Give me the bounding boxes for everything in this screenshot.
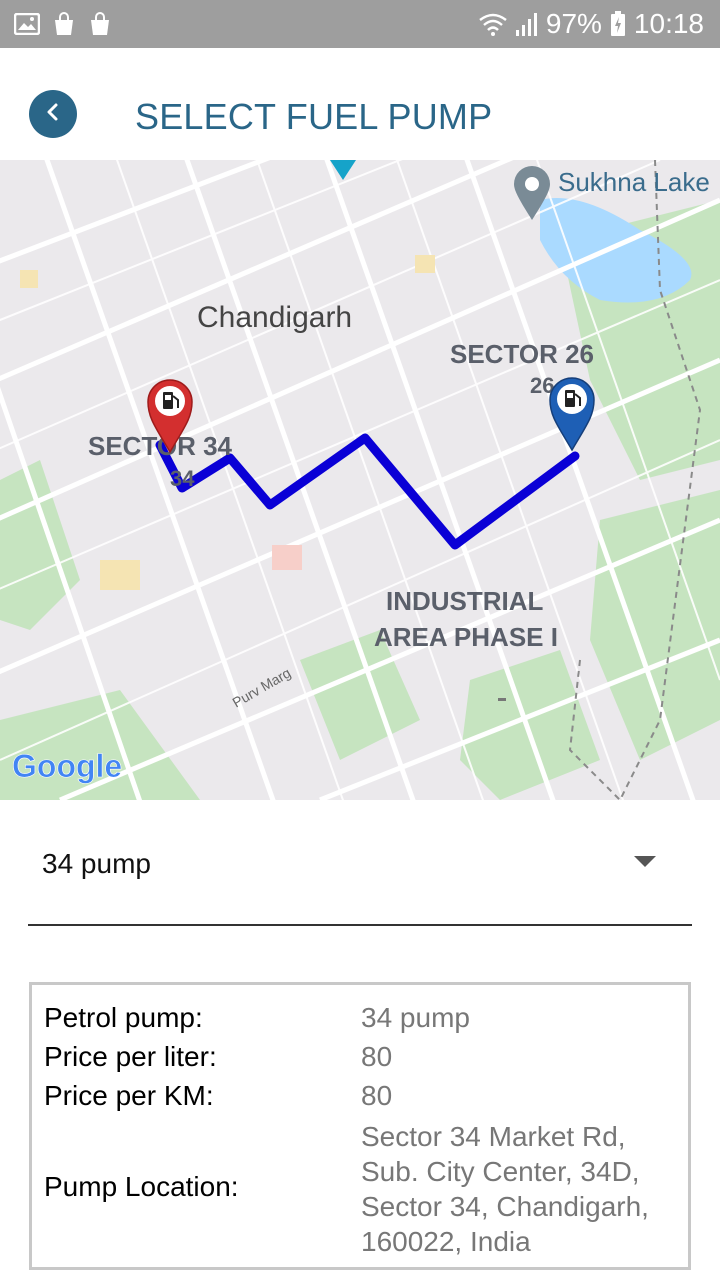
image-icon bbox=[14, 13, 40, 35]
app-header: SELECT FUEL PUMP bbox=[0, 48, 720, 160]
back-button[interactable] bbox=[29, 90, 77, 138]
pump-select-dropdown[interactable]: 34 pump bbox=[28, 820, 692, 926]
map-label-sector26: SECTOR 26 bbox=[450, 339, 594, 369]
shopping-bag-icon bbox=[52, 12, 76, 36]
map-label-lake: Sukhna Lake bbox=[558, 167, 710, 197]
petrol-pump-value: 34 pump bbox=[361, 1002, 470, 1033]
page-title: SELECT FUEL PUMP bbox=[135, 96, 493, 137]
pump-location-value: Sector 34 Market Rd, Sub. City Center, 3… bbox=[361, 1121, 649, 1257]
petrol-pump-label: Petrol pump: bbox=[44, 1002, 203, 1033]
price-liter-label: Price per liter: bbox=[44, 1041, 217, 1072]
pump-details-card: Petrol pump: 34 pump Price per liter: 80… bbox=[29, 982, 691, 1270]
pump-location-label: Pump Location: bbox=[44, 1171, 239, 1202]
dropdown-selected-value: 34 pump bbox=[42, 848, 151, 879]
map-view[interactable]: Sukhna Lake Chandigarh SECTOR 26 26 SECT… bbox=[0, 160, 720, 800]
map-label-industrial-1: INDUSTRIAL bbox=[386, 586, 544, 616]
map-label-city: Chandigarh bbox=[197, 301, 352, 334]
price-liter-value: 80 bbox=[361, 1041, 393, 1072]
wifi-icon bbox=[478, 12, 508, 36]
shopping-bag-icon bbox=[88, 12, 112, 36]
notification-icons bbox=[0, 12, 112, 36]
clock: 10:18 bbox=[633, 8, 704, 39]
battery-charging-icon bbox=[610, 11, 626, 37]
back-arrow-icon bbox=[43, 102, 63, 127]
price-km-label: Price per KM: bbox=[44, 1080, 214, 1111]
map-label-industrial-2: AREA PHASE I bbox=[374, 622, 558, 652]
status-bar: 97% 10:18 bbox=[0, 0, 720, 48]
google-logo: Google bbox=[12, 748, 122, 784]
price-km-value: 80 bbox=[361, 1080, 393, 1111]
map-label-sector34-num: 34 bbox=[170, 466, 195, 491]
signal-icon bbox=[515, 12, 538, 36]
dropdown-arrow-icon[interactable] bbox=[634, 856, 656, 867]
battery-percent: 97% bbox=[545, 8, 602, 39]
